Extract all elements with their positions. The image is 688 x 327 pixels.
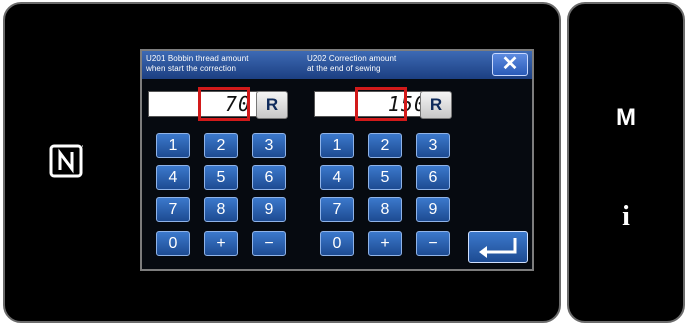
right-key-4[interactable]: 4 (320, 165, 354, 190)
enter-button[interactable] (468, 231, 528, 263)
right-key-minus[interactable]: − (416, 231, 450, 256)
left-key-minus[interactable]: − (252, 231, 286, 256)
left-key-1[interactable]: 1 (156, 133, 190, 158)
touch-screen: U201 Bobbin thread amount when start the… (140, 49, 534, 271)
right-key-7[interactable]: 7 (320, 197, 354, 222)
left-key-plus[interactable]: + (204, 231, 238, 256)
left-key-0[interactable]: 0 (156, 231, 190, 256)
left-parameter-title: U201 Bobbin thread amount when start the… (146, 54, 249, 73)
right-key-9[interactable]: 9 (416, 197, 450, 222)
right-key-3[interactable]: 3 (416, 133, 450, 158)
info-key[interactable]: i (569, 201, 683, 233)
right-key-5[interactable]: 5 (368, 165, 402, 190)
right-parameter-title: U202 Correction amount at the end of sew… (307, 54, 397, 73)
close-button[interactable]: ✕ (492, 53, 528, 76)
right-key-0[interactable]: 0 (320, 231, 354, 256)
left-key-4[interactable]: 4 (156, 165, 190, 190)
dialog-header: U201 Bobbin thread amount when start the… (142, 51, 532, 79)
nfc-icon (49, 144, 83, 178)
right-key-plus[interactable]: + (368, 231, 402, 256)
left-key-5[interactable]: 5 (204, 165, 238, 190)
menu-key[interactable]: M (569, 104, 683, 132)
right-key-1[interactable]: 1 (320, 133, 354, 158)
left-key-7[interactable]: 7 (156, 197, 190, 222)
enter-arrow-icon (479, 238, 517, 258)
right-key-2[interactable]: 2 (368, 133, 402, 158)
left-key-9[interactable]: 9 (252, 197, 286, 222)
left-key-3[interactable]: 3 (252, 133, 286, 158)
right-key-8[interactable]: 8 (368, 197, 402, 222)
left-value-highlight (198, 87, 250, 121)
panel-bezel: U201 Bobbin thread amount when start the… (3, 2, 561, 323)
left-key-8[interactable]: 8 (204, 197, 238, 222)
side-panel: M i (567, 2, 685, 323)
left-key-2[interactable]: 2 (204, 133, 238, 158)
right-key-6[interactable]: 6 (416, 165, 450, 190)
left-key-6[interactable]: 6 (252, 165, 286, 190)
right-value-highlight (355, 87, 407, 121)
right-reset-button[interactable]: R (420, 91, 452, 119)
left-reset-button[interactable]: R (256, 91, 288, 119)
